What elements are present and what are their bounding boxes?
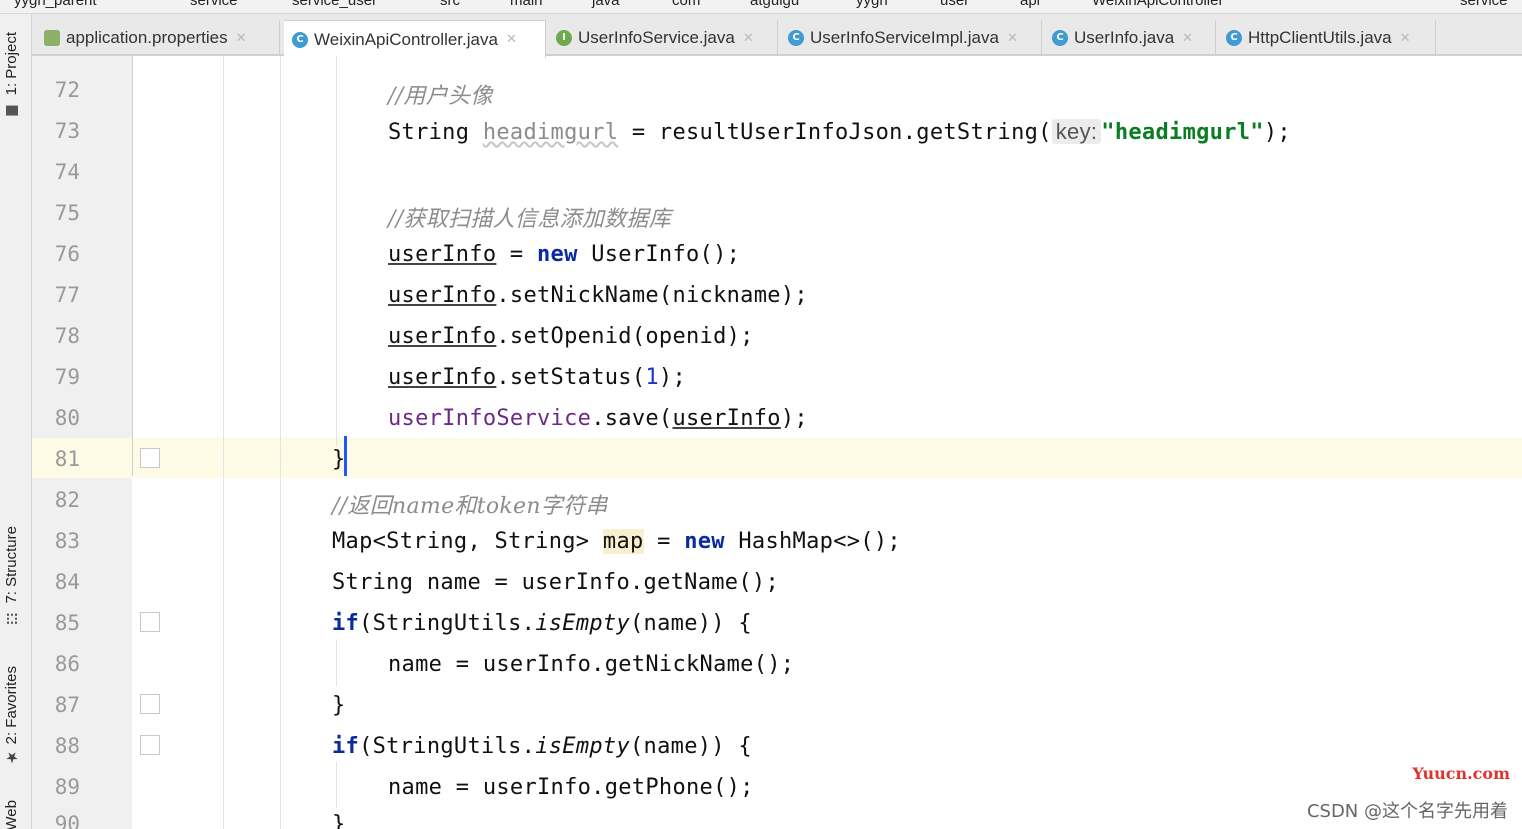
- indent-guide: [280, 56, 281, 829]
- breadcrumb-item[interactable]: WeixinApiController: [1092, 0, 1223, 9]
- gutter-divider: [132, 56, 133, 476]
- tab-application-properties[interactable]: application.properties ✕: [36, 20, 280, 56]
- code-line[interactable]: userInfo.setNickName(nickname);: [388, 283, 808, 308]
- tab-userinfoservice[interactable]: I UserInfoService.java ✕: [548, 20, 778, 56]
- tab-userinfoserviceimpl[interactable]: C UserInfoServiceImpl.java ✕: [780, 20, 1042, 56]
- breadcrumb-item[interactable]: yygh_parent: [14, 0, 97, 9]
- indent-guide: [223, 56, 224, 829]
- breadcrumb-item[interactable]: main: [510, 0, 543, 9]
- code-line[interactable]: name = userInfo.getPhone();: [388, 775, 754, 800]
- close-icon[interactable]: ✕: [1182, 31, 1193, 46]
- watermark-author: CSDN @这个名字先用着: [1306, 801, 1508, 822]
- watermark-site: Yuucn.com: [1412, 764, 1510, 783]
- code-line[interactable]: name = userInfo.getNickName();: [388, 652, 794, 677]
- line-number: 84: [54, 570, 80, 594]
- star-icon: ★: [3, 748, 21, 767]
- fold-expand-icon[interactable]: [140, 612, 160, 632]
- caret-line-highlight: [32, 438, 1522, 478]
- line-number: 77: [54, 283, 80, 307]
- close-icon[interactable]: ✕: [743, 31, 754, 46]
- project-tool-button[interactable]: 1: Project: [3, 32, 20, 116]
- breadcrumb-item[interactable]: service_user: [292, 0, 377, 9]
- code-line[interactable]: Map<String, String> map = new HashMap<>(…: [332, 529, 901, 554]
- navigation-bar: yygh_parent service service_user src mai…: [0, 0, 1522, 14]
- fold-expand-icon[interactable]: [140, 735, 160, 755]
- folder-icon: [6, 105, 18, 116]
- interface-icon: I: [556, 30, 572, 46]
- fold-collapse-icon[interactable]: [140, 694, 160, 714]
- properties-file-icon: [44, 30, 60, 46]
- close-icon[interactable]: ✕: [1007, 31, 1018, 46]
- line-number: 85: [54, 611, 80, 635]
- line-number: 87: [54, 693, 80, 717]
- breadcrumb-item[interactable]: service: [190, 0, 238, 9]
- code-line[interactable]: String headimgurl = resultUserInfoJson.g…: [388, 119, 1291, 145]
- line-number: 80: [54, 406, 80, 430]
- class-icon: C: [788, 30, 804, 46]
- line-number: 83: [54, 529, 80, 553]
- tab-userinfo[interactable]: C UserInfo.java ✕: [1044, 20, 1216, 56]
- line-number: 79: [54, 365, 80, 389]
- code-line[interactable]: userInfoService.save(userInfo);: [388, 406, 808, 431]
- line-number: 76: [54, 242, 80, 266]
- breadcrumb-item[interactable]: java: [592, 0, 620, 9]
- text-caret: [344, 436, 347, 476]
- code-line[interactable]: String name = userInfo.getName();: [332, 570, 779, 595]
- variable-headimgurl: headimgurl: [482, 120, 619, 145]
- breadcrumb-item[interactable]: user: [940, 0, 969, 9]
- structure-icon: [7, 613, 17, 624]
- close-icon[interactable]: ✕: [236, 31, 247, 46]
- breadcrumb-item[interactable]: src: [440, 0, 460, 9]
- class-icon: C: [1226, 30, 1242, 46]
- parameter-hint: key:: [1051, 119, 1102, 144]
- close-icon[interactable]: ✕: [506, 32, 517, 47]
- line-number: 75: [54, 201, 80, 225]
- breadcrumb-item[interactable]: atguigu: [750, 0, 799, 9]
- class-icon: C: [292, 31, 308, 48]
- breadcrumb-item[interactable]: yygh: [856, 0, 888, 9]
- code-line[interactable]: userInfo.setStatus(1);: [388, 365, 686, 390]
- line-number: 81: [54, 447, 80, 471]
- fold-collapse-icon[interactable]: [140, 448, 160, 468]
- line-number: 88: [54, 734, 80, 758]
- tab-weixinapicontroller[interactable]: C WeixinApiController.java ✕: [284, 20, 546, 58]
- web-tool-button[interactable]: Web: [3, 800, 20, 829]
- code-comment[interactable]: //获取扫描人信息添加数据库: [388, 201, 671, 233]
- line-number: 90: [54, 812, 80, 829]
- structure-tool-button[interactable]: 7: Structure: [3, 526, 20, 624]
- indent-guide: [336, 640, 337, 686]
- line-number: 72: [54, 78, 80, 102]
- code-line[interactable]: userInfo = new UserInfo();: [388, 242, 740, 267]
- line-number: 73: [54, 119, 80, 143]
- indent-guide: [336, 762, 337, 808]
- breadcrumb-item[interactable]: api: [1020, 0, 1040, 9]
- code-line[interactable]: }: [332, 812, 346, 829]
- editor-tab-bar: application.properties ✕ C WeixinApiCont…: [32, 14, 1522, 58]
- code-comment[interactable]: //返回name和token字符串: [332, 488, 608, 520]
- code-line[interactable]: userInfo.setOpenid(openid);: [388, 324, 754, 349]
- breadcrumb-item[interactable]: com: [672, 0, 700, 9]
- code-line[interactable]: if(StringUtils.isEmpty(name)) {: [332, 611, 752, 636]
- indent-guide: [336, 56, 337, 446]
- tool-window-bar: 1: Project 7: Structure ★ 2: Favorites W…: [0, 14, 32, 829]
- breadcrumb-item[interactable]: service: [1460, 0, 1508, 9]
- line-number: 86: [54, 652, 80, 676]
- line-number: 74: [54, 160, 80, 184]
- code-line[interactable]: if(StringUtils.isEmpty(name)) {: [332, 734, 752, 759]
- line-number: 82: [54, 488, 80, 512]
- class-icon: C: [1052, 30, 1068, 46]
- favorites-tool-button[interactable]: ★ 2: Favorites: [3, 666, 21, 767]
- string-literal: "headimgurl": [1101, 120, 1264, 145]
- line-number: 89: [54, 775, 80, 799]
- close-icon[interactable]: ✕: [1400, 31, 1411, 46]
- code-comment[interactable]: //用户头像: [388, 78, 493, 110]
- line-number: 78: [54, 324, 80, 348]
- code-line[interactable]: }: [332, 693, 346, 718]
- tab-httpclientutils[interactable]: C HttpClientUtils.java ✕: [1218, 20, 1436, 56]
